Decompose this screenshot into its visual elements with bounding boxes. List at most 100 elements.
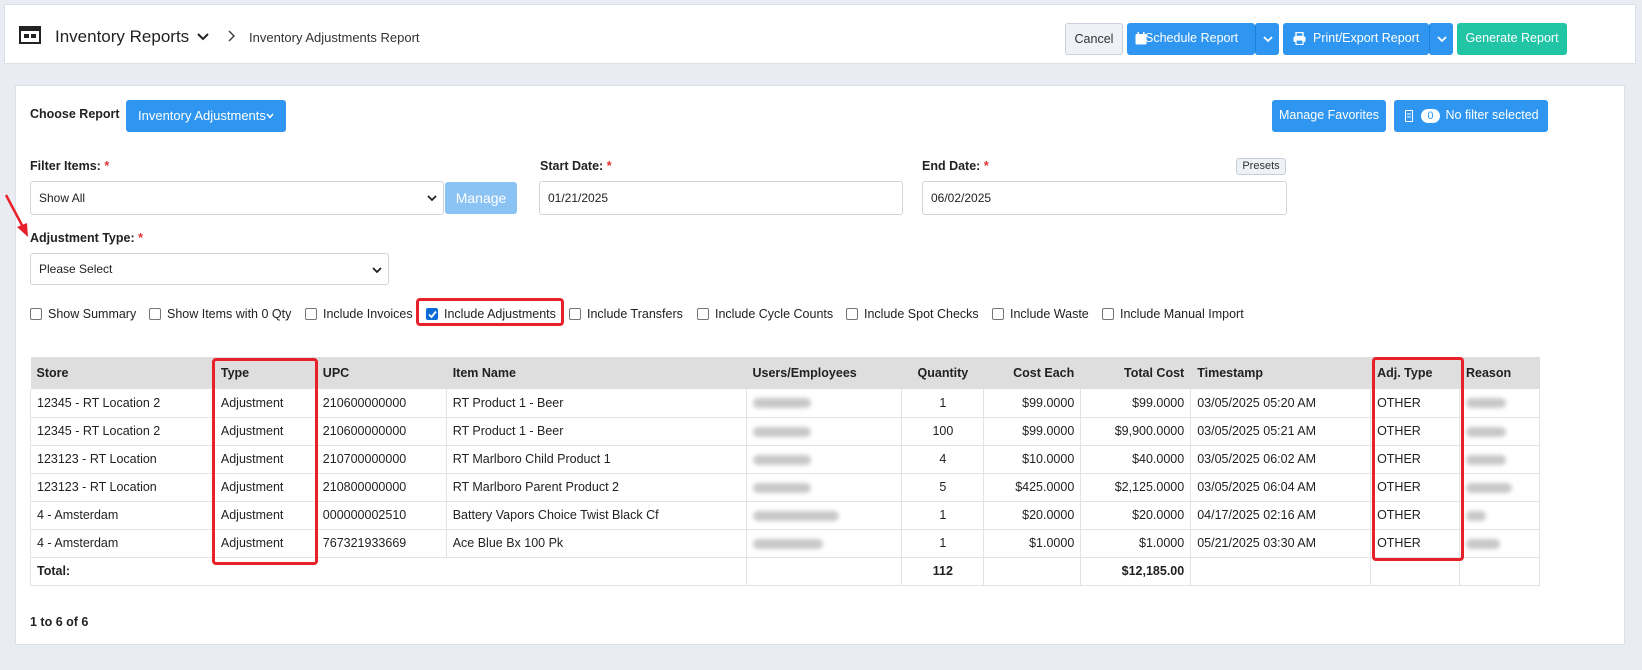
cell-store: 12345 - RT Location 2	[30, 389, 215, 418]
print-export-button[interactable]: Print/Export Report	[1283, 23, 1429, 55]
filter-status-button[interactable]: 0 No filter selected	[1394, 100, 1548, 132]
cell-user-redacted	[746, 473, 903, 502]
manage-button[interactable]: Manage	[445, 182, 517, 214]
warehouse-icon	[19, 26, 41, 44]
schedule-dropdown-toggle[interactable]	[1255, 23, 1279, 55]
generate-report-button[interactable]: Generate Report	[1457, 23, 1567, 55]
chevron-down-icon[interactable]	[197, 32, 209, 42]
cell-store: 4 - Amsterdam	[30, 529, 215, 558]
total-timestamp-empty	[1190, 557, 1372, 586]
chevron-down-icon	[1263, 36, 1273, 43]
cell-reason-redacted	[1459, 445, 1541, 474]
checkbox-include-invoices[interactable]: Include Invoices	[305, 307, 413, 321]
print-export-dropdown-toggle[interactable]	[1429, 23, 1453, 55]
cell-cost-each: $99.0000	[983, 389, 1082, 418]
checkbox-include-transfers[interactable]: Include Transfers	[569, 307, 683, 321]
choose-report-dropdown[interactable]: Inventory Adjustments	[126, 100, 286, 132]
cell-adj-type: OTHER	[1370, 529, 1460, 558]
table-header-row: Store Type UPC Item Name Users/Employees…	[30, 357, 1541, 389]
column-header-adj-type[interactable]: Adj. Type	[1370, 357, 1460, 389]
total-label: Total:	[30, 557, 747, 586]
checkbox-include-waste[interactable]: Include Waste	[992, 307, 1089, 321]
checkbox-include-manual-import[interactable]: Include Manual Import	[1102, 307, 1244, 321]
cell-quantity: 1	[901, 529, 985, 558]
start-date-label: Start Date: *	[540, 159, 612, 173]
chevron-down-icon	[427, 195, 437, 202]
total-quantity: 112	[901, 557, 985, 586]
chevron-right-icon	[228, 30, 236, 42]
table-row: 4 - Amsterdam Adjustment 767321933669 Ac…	[30, 529, 1541, 558]
column-header-reason[interactable]: Reason	[1459, 357, 1541, 389]
cell-timestamp: 03/05/2025 06:02 AM	[1190, 445, 1372, 474]
total-users-empty	[746, 557, 903, 586]
column-header-quantity[interactable]: Quantity	[901, 357, 985, 389]
start-date-input[interactable]: 01/21/2025	[539, 181, 903, 215]
cell-type: Adjustment	[214, 417, 317, 446]
cell-reason-redacted	[1459, 389, 1541, 418]
schedule-report-button[interactable]: Schedule Report	[1127, 23, 1255, 55]
column-header-type[interactable]: Type	[214, 357, 317, 389]
checkbox-show-summary[interactable]: Show Summary	[30, 307, 136, 321]
column-header-users[interactable]: Users/Employees	[746, 357, 903, 389]
cell-upc: 210600000000	[316, 417, 447, 446]
adjustment-type-value: Please Select	[39, 262, 113, 276]
column-header-item-name[interactable]: Item Name	[446, 357, 747, 389]
cell-quantity: 5	[901, 473, 985, 502]
presets-button[interactable]: Presets	[1236, 158, 1286, 175]
column-header-total-cost[interactable]: Total Cost	[1080, 357, 1192, 389]
column-header-upc[interactable]: UPC	[316, 357, 447, 389]
cell-quantity: 1	[901, 389, 985, 418]
cell-total-cost: $99.0000	[1080, 389, 1192, 418]
arrow-annotation-icon	[4, 194, 28, 237]
cell-upc: 210600000000	[316, 389, 447, 418]
cell-quantity: 100	[901, 417, 985, 446]
cell-user-redacted	[746, 445, 903, 474]
cell-upc: 000000002510	[316, 501, 447, 530]
table-row: 12345 - RT Location 2 Adjustment 2106000…	[30, 389, 1541, 418]
cell-user-redacted	[746, 501, 903, 530]
print-export-label: Print/Export Report	[1313, 31, 1420, 45]
cell-timestamp: 03/05/2025 05:20 AM	[1190, 389, 1372, 418]
top-header: Inventory Reports Inventory Adjustments …	[4, 4, 1636, 64]
cell-user-redacted	[746, 389, 903, 418]
cell-total-cost: $20.0000	[1080, 501, 1192, 530]
app-title[interactable]: Inventory Reports	[55, 27, 189, 47]
checkbox-include-spot-checks[interactable]: Include Spot Checks	[846, 307, 979, 321]
total-adj-empty	[1370, 557, 1460, 586]
filter-items-select[interactable]: Show All	[30, 181, 444, 215]
filter-icon	[1405, 110, 1413, 122]
cell-user-redacted	[746, 417, 903, 446]
cell-reason-redacted	[1459, 501, 1541, 530]
checkbox-include-adjustments[interactable]: Include Adjustments	[426, 307, 556, 321]
filter-items-label: Filter Items: *	[30, 159, 110, 173]
manage-favorites-button[interactable]: Manage Favorites	[1272, 100, 1386, 132]
schedule-report-label: Schedule Report	[1145, 31, 1239, 45]
printer-icon	[1293, 32, 1306, 45]
adjustment-type-select[interactable]: Please Select	[30, 253, 389, 285]
cell-item-name: RT Product 1 - Beer	[446, 417, 747, 446]
cell-reason-redacted	[1459, 529, 1541, 558]
chevron-down-icon	[266, 113, 274, 119]
cell-quantity: 4	[901, 445, 985, 474]
cell-reason-redacted	[1459, 473, 1541, 502]
cell-user-redacted	[746, 529, 903, 558]
column-header-cost-each[interactable]: Cost Each	[983, 357, 1082, 389]
cell-total-cost: $40.0000	[1080, 445, 1192, 474]
checkbox-include-cycle-counts[interactable]: Include Cycle Counts	[697, 307, 833, 321]
choose-report-label: Choose Report	[30, 107, 120, 121]
cell-type: Adjustment	[214, 501, 317, 530]
cancel-button[interactable]: Cancel	[1065, 23, 1123, 55]
column-header-timestamp[interactable]: Timestamp	[1190, 357, 1372, 389]
checkbox-show-items-zero-qty[interactable]: Show Items with 0 Qty	[149, 307, 291, 321]
column-header-store[interactable]: Store	[30, 357, 215, 389]
filter-items-value: Show All	[39, 191, 86, 205]
cell-timestamp: 05/21/2025 03:30 AM	[1190, 529, 1372, 558]
table-row: 123123 - RT Location Adjustment 21070000…	[30, 445, 1541, 474]
table-total-row: Total: 112 $12,185.00	[30, 557, 1541, 586]
calendar-icon	[1135, 32, 1147, 45]
cell-cost-each: $20.0000	[983, 501, 1082, 530]
cell-timestamp: 03/05/2025 05:21 AM	[1190, 417, 1372, 446]
end-date-label: End Date: *	[922, 159, 989, 173]
end-date-input[interactable]: 06/02/2025	[922, 181, 1287, 215]
total-cost-each-empty	[983, 557, 1082, 586]
